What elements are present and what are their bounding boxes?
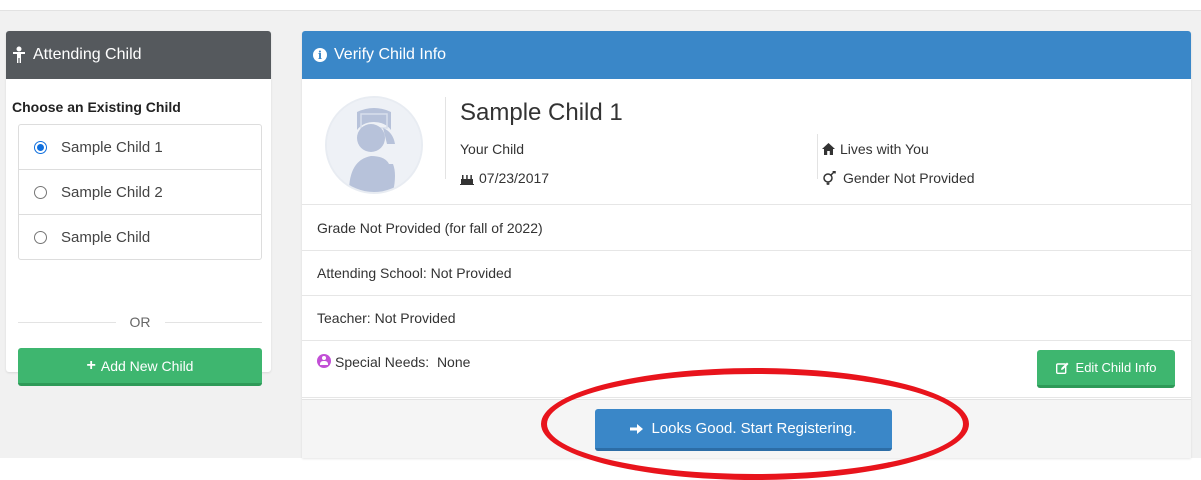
start-registering-button[interactable]: Looks Good. Start Registering. — [595, 409, 892, 451]
start-registering-label: Looks Good. Start Registering. — [651, 420, 857, 437]
child-option-1-label: Sample Child 1 — [61, 138, 163, 156]
or-divider: OR — [18, 312, 262, 332]
lives-with: Lives with You — [822, 141, 929, 157]
child-option-3-radio[interactable] — [34, 231, 47, 244]
gender-icon — [823, 171, 836, 185]
child-option-3[interactable]: Sample Child — [19, 215, 261, 260]
choose-existing-child-label: Choose an Existing Child — [12, 99, 181, 115]
add-new-child-button[interactable]: + Add New Child — [18, 348, 262, 386]
child-option-1[interactable]: Sample Child 1 — [19, 125, 261, 170]
verify-child-info-title: Verify Child Info — [334, 46, 447, 63]
edit-icon — [1055, 362, 1069, 374]
arrow-right-icon — [630, 423, 644, 434]
child-relation: Your Child — [460, 141, 525, 157]
attending-child-panel: Attending Child Choose an Existing Child… — [6, 31, 271, 386]
child-gender: Gender Not Provided — [822, 170, 975, 186]
child-option-2-radio[interactable] — [34, 185, 47, 199]
info-icon: i — [313, 48, 327, 62]
child-dob: 07/23/2017 — [460, 170, 549, 186]
child-silhouette-icon — [327, 98, 421, 192]
child-avatar — [325, 96, 423, 194]
existing-child-list: Sample Child 1 Sample Child 2 Sample Chi… — [18, 124, 262, 260]
child-name-heading: Sample Child 1 — [460, 99, 623, 126]
birthday-cake-icon — [460, 174, 474, 185]
teacher-value: Teacher: Not Provided — [317, 310, 456, 326]
plus-icon: + — [86, 356, 96, 374]
attending-child-title: Attending Child — [33, 46, 142, 63]
or-divider-line-right — [164, 321, 262, 323]
child-profile-section: Sample Child 1 Your Child 07/23/2017 Liv… — [302, 79, 1191, 205]
special-needs-value: Special Needs: None — [335, 354, 471, 370]
grade-row: Grade Not Provided (for fall of 2022) — [302, 206, 1191, 251]
attending-school-value: Attending School: Not Provided — [317, 265, 512, 281]
profile-divider — [445, 97, 446, 179]
edit-child-info-button[interactable]: Edit Child Info — [1037, 350, 1175, 388]
grade-value: Grade Not Provided (for fall of 2022) — [317, 220, 543, 236]
teacher-row: Teacher: Not Provided — [302, 296, 1191, 341]
child-dob-value: 07/23/2017 — [479, 170, 550, 186]
lives-with-value: Lives with You — [840, 141, 929, 157]
attending-school-row: Attending School: Not Provided — [302, 251, 1191, 296]
add-new-child-label: Add New Child — [100, 357, 194, 374]
profile-divider-2 — [817, 134, 818, 179]
child-gender-value: Gender Not Provided — [843, 170, 975, 186]
child-icon — [13, 46, 25, 63]
home-icon — [822, 143, 835, 155]
edit-child-info-label: Edit Child Info — [1075, 360, 1157, 375]
special-needs-icon — [317, 354, 331, 368]
verify-child-info-panel: i Verify Child Info Sample Child 1 Your … — [302, 31, 1191, 458]
child-option-3-label: Sample Child — [61, 229, 151, 246]
verify-panel-footer: Looks Good. Start Registering. — [302, 399, 1191, 458]
child-option-1-radio[interactable] — [34, 140, 47, 154]
or-divider-line-left — [18, 321, 116, 323]
child-option-2[interactable]: Sample Child 2 — [19, 170, 261, 215]
child-option-2-label: Sample Child 2 — [61, 183, 163, 201]
or-label: OR — [129, 314, 151, 330]
attending-child-header: Attending Child — [6, 31, 271, 79]
verify-child-info-header: i Verify Child Info — [302, 31, 1191, 79]
